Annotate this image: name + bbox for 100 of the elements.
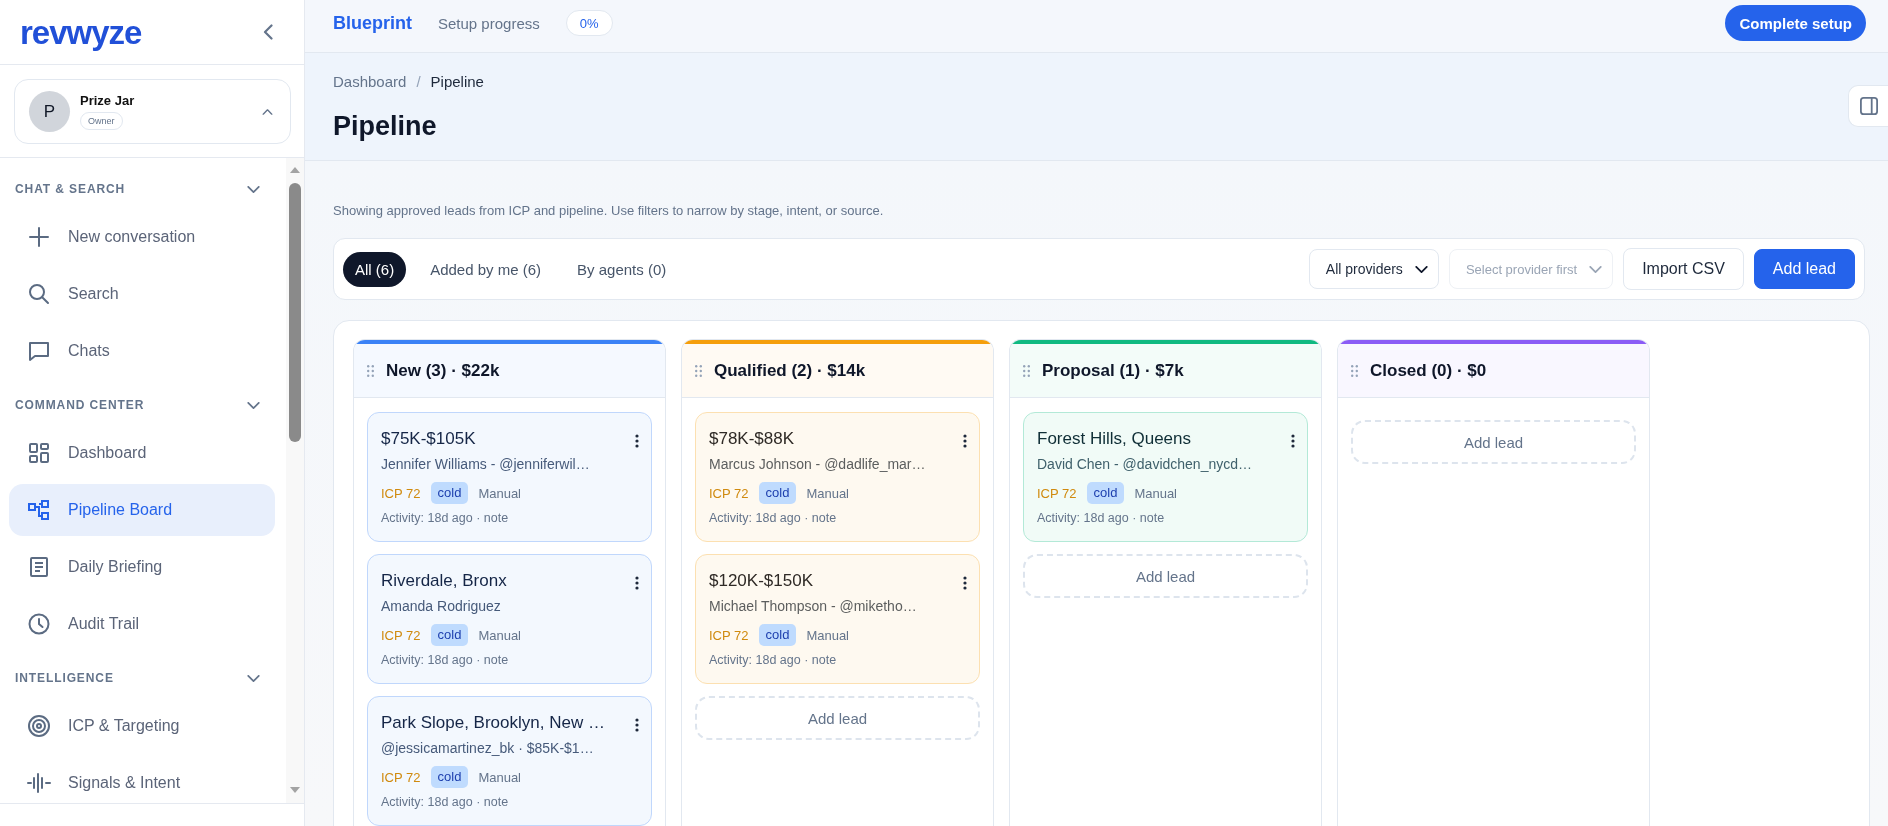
nav-item[interactable]: Daily Briefing (9, 541, 275, 593)
add-lead-button[interactable]: Add lead (1351, 420, 1636, 464)
temperature-tag: cold (1086, 482, 1125, 504)
brand-link[interactable]: Blueprint (333, 12, 412, 34)
chevron-up-icon (262, 108, 273, 115)
scrollbar-track[interactable] (286, 158, 304, 803)
filter-tab[interactable]: Added by me (6) (418, 251, 554, 287)
grid-icon (27, 441, 51, 465)
lead-subtitle: David Chen - @davidchen_nycd… (1037, 455, 1252, 474)
chevron-down-icon (1414, 265, 1428, 273)
chevron-left-icon[interactable] (263, 24, 273, 40)
drag-handle-icon[interactable] (695, 364, 702, 377)
lead-card[interactable]: Riverdale, Bronx Amanda Rodriguez ICP 72 cold Manual Activity: 18d ago · note (367, 554, 652, 684)
nav-item[interactable]: Chats (9, 325, 275, 377)
description-text: Showing approved leads from ICP and pipeline. Use filters to narrow by stage, intent, or source. (333, 203, 885, 219)
temperature-tag: cold (758, 482, 797, 504)
lead-title: Park Slope, Brooklyn, New … (381, 712, 606, 734)
source-label: Manual (478, 485, 521, 501)
secondary-button[interactable]: Import CSV (1623, 248, 1744, 290)
chevron-down-icon (1589, 265, 1603, 273)
scrollbar-thumb[interactable] (289, 183, 301, 442)
section-toggle[interactable]: COMMAND CENTER (9, 383, 275, 427)
nav-item[interactable]: Dashboard (9, 427, 275, 479)
nav-item[interactable]: Signals & Intent (9, 757, 275, 803)
source-label: Manual (478, 769, 521, 785)
nav-item[interactable]: Audit Trail (9, 598, 275, 650)
chat-bubble-icon (27, 339, 51, 363)
drag-handle-icon[interactable] (1351, 364, 1358, 377)
lead-card[interactable]: $75K-$105K Jennifer Williams - @jenniferwil… ICP 72 cold Manual Activity: 18d ago · note (367, 412, 652, 542)
icp-score: ICP 72 (381, 485, 421, 501)
primary-button[interactable]: Add lead (1753, 249, 1855, 289)
hierarchy-icon (27, 498, 51, 522)
lead-subtitle: @jessicamartinez_bk · $85K-$1… (381, 739, 594, 758)
lead-title: $75K-$105K (381, 428, 477, 450)
section-toggle[interactable]: CHAT & SEARCH (9, 167, 275, 211)
source-label: Manual (478, 627, 521, 643)
icp-score: ICP 72 (381, 769, 421, 785)
plus-icon (27, 225, 51, 249)
source-label: Manual (806, 627, 849, 643)
temperature-tag: cold (430, 624, 469, 646)
lead-card[interactable]: $120K-$150K Michael Thompson - @miketho… ICP 72 cold Manual Activity: 18d ago · note (695, 554, 980, 684)
vertical-dots-icon[interactable] (635, 576, 639, 590)
avatar: P (29, 91, 70, 132)
document-icon (27, 555, 51, 579)
nav-item[interactable]: Pipeline Board (9, 484, 275, 536)
progress-badge: 0% (565, 10, 613, 36)
icp-score: ICP 72 (709, 627, 749, 643)
nav-item[interactable]: Search (9, 268, 275, 320)
account-name: Prize Jar (80, 93, 135, 108)
breadcrumb-link[interactable]: Pipeline (430, 72, 484, 90)
lead-subtitle: Amanda Rodriguez (381, 597, 501, 616)
vertical-dots-icon[interactable] (963, 576, 967, 590)
vertical-dots-icon[interactable] (635, 718, 639, 732)
section-toggle[interactable]: INTELLIGENCE (9, 656, 275, 700)
filter-tab[interactable]: All (6) (343, 251, 407, 287)
account-switcher[interactable]: P Prize Jar Owner (14, 79, 291, 144)
column-title: Qualified (2) · $14k (714, 360, 866, 381)
temperature-tag: cold (430, 766, 469, 788)
source-label: Manual (1134, 485, 1177, 501)
add-lead-button[interactable]: Add lead (695, 696, 980, 740)
column-title: Closed (0) · $0 (1370, 360, 1487, 381)
page-title: Pipeline (333, 110, 438, 143)
activity-text: Activity: 18d ago · note (709, 652, 837, 669)
breadcrumb-link[interactable]: Dashboard (333, 72, 407, 90)
activity-text: Activity: 18d ago · note (1037, 510, 1165, 527)
vertical-dots-icon[interactable] (635, 434, 639, 448)
icp-score: ICP 72 (709, 485, 749, 501)
panel-toggle-button[interactable] (1848, 85, 1888, 127)
activity-text: Activity: 18d ago · note (381, 510, 509, 527)
lead-card[interactable]: Forest Hills, Queens David Chen - @davidchen_nycd… ICP 72 cold Manual Activity: 18d ago · note (1023, 412, 1308, 542)
source-label: Manual (806, 485, 849, 501)
logo: revwyze (20, 15, 142, 49)
add-lead-button[interactable]: Add lead (1023, 554, 1308, 598)
column-title: Proposal (1) · $7k (1042, 360, 1184, 381)
lead-subtitle: Michael Thompson - @miketho… (709, 597, 917, 616)
icp-score: ICP 72 (381, 627, 421, 643)
icp-score: ICP 72 (1037, 485, 1077, 501)
temperature-tag: cold (430, 482, 469, 504)
activity-text: Activity: 18d ago · note (381, 652, 509, 669)
nav-item[interactable]: New conversation (9, 211, 275, 263)
nav-item[interactable]: ICP & Targeting (9, 700, 275, 752)
lead-subtitle: Marcus Johnson - @dadlife_mar… (709, 455, 926, 474)
drag-handle-icon[interactable] (367, 364, 374, 377)
complete-setup-button[interactable]: Complete setup (1725, 5, 1866, 41)
clock-icon (27, 612, 51, 636)
lead-title: Forest Hills, Queens (1037, 428, 1192, 450)
activity-text: Activity: 18d ago · note (381, 794, 509, 811)
drag-handle-icon[interactable] (1023, 364, 1030, 377)
activity-text: Activity: 18d ago · note (709, 510, 837, 527)
lead-title: $120K-$150K (709, 570, 814, 592)
lead-subtitle: Jennifer Williams - @jenniferwil… (381, 455, 590, 474)
target-icon (27, 714, 51, 738)
progress-label: Setup progress (438, 14, 540, 32)
vertical-dots-icon[interactable] (963, 434, 967, 448)
filter-dropdown[interactable]: All providers (1308, 249, 1439, 289)
lead-card[interactable]: Park Slope, Brooklyn, New … @jessicamartinez_bk · $85K-$1… ICP 72 cold Manual Activity: 18d ago · note (367, 696, 652, 826)
lead-card[interactable]: $78K-$88K Marcus Johnson - @dadlife_mar… ICP 72 cold Manual Activity: 18d ago · note (695, 412, 980, 542)
filter-tab[interactable]: By agents (0) (565, 251, 679, 287)
lead-title: Riverdale, Bronx (381, 570, 508, 592)
vertical-dots-icon[interactable] (1291, 434, 1295, 448)
